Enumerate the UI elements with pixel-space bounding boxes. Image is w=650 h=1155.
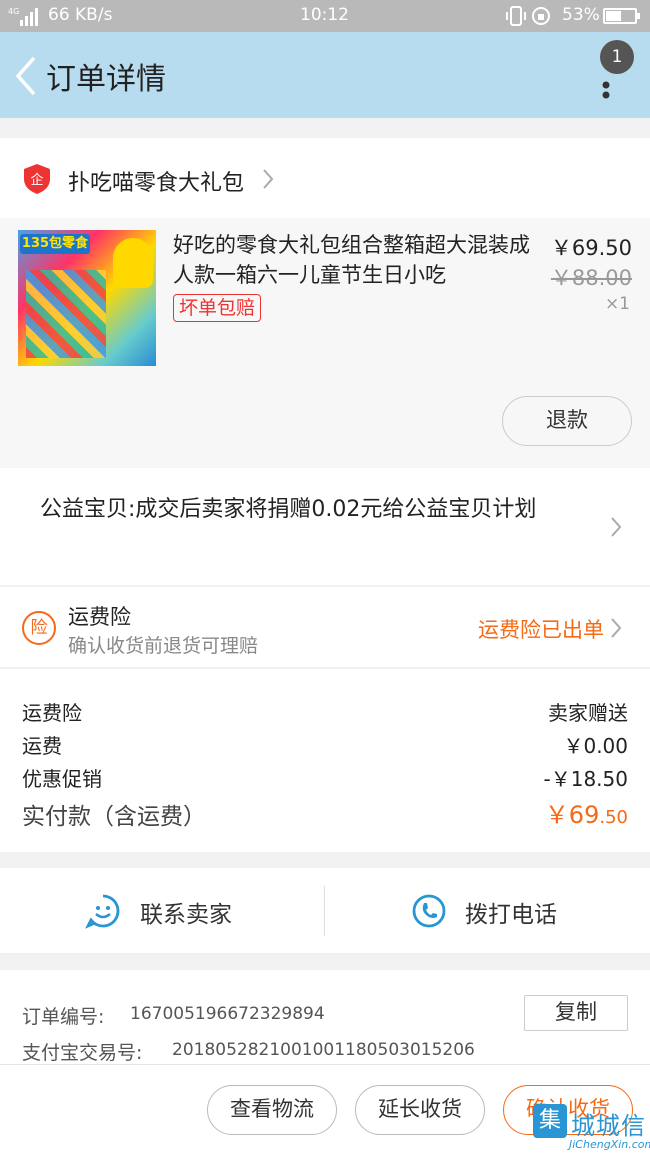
enterprise-shield-icon: 企 <box>24 164 50 194</box>
watermark-text: 城城信 <box>571 1112 646 1140</box>
charity-text: 公益宝贝:成交后卖家将捐赠0.02元给公益宝贝计划 <box>40 497 537 522</box>
price-current: ￥69.50 <box>550 236 632 260</box>
insurance-subtitle: 确认收货前退货可理赔 <box>68 635 259 657</box>
total-amount-main: ￥69 <box>544 801 600 829</box>
contact-seller-button[interactable]: 联系卖家 <box>0 868 324 954</box>
charity-row[interactable]: 公益宝贝:成交后卖家将捐赠0.02元给公益宝贝计划 <box>0 468 650 585</box>
network-speed: 66 KB/s <box>48 5 113 25</box>
chevron-right-icon <box>611 618 622 638</box>
status-bar: 4G 66 KB/s 10:12 53% <box>0 0 650 32</box>
refund-button[interactable]: 退款 <box>502 396 632 446</box>
insurance-status: 运费险已出单 <box>478 618 604 642</box>
total-amount: ￥69.50 <box>545 795 628 830</box>
chevron-right-icon <box>611 517 622 537</box>
total-amount-decimal: .50 <box>599 807 628 828</box>
battery-icon <box>603 8 640 24</box>
chat-bubble-icon <box>85 894 120 929</box>
order-info: 订单编号: 167005196672329894 复制 支付宝交易号: 2018… <box>0 970 650 1065</box>
extend-receipt-button[interactable]: 延长收货 <box>355 1085 485 1135</box>
watermark-box: 集 <box>533 1104 567 1138</box>
back-arrow-icon[interactable] <box>12 54 42 98</box>
fee-value-insurance: 卖家赠送 <box>548 701 628 725</box>
fee-label-insurance: 运费险 <box>22 701 82 725</box>
vibrate-icon <box>506 6 550 26</box>
call-phone-label: 拨打电话 <box>465 902 557 928</box>
product-item[interactable]: 135包零食 好吃的零食大礼包组合整箱超大混装成人款一箱六一儿童节生日小吃 坏单… <box>0 218 650 468</box>
page-title: 订单详情 <box>46 62 166 97</box>
copy-button[interactable]: 复制 <box>524 995 628 1031</box>
phone-icon <box>412 894 446 928</box>
app-bar: 订单详情 1 <box>0 32 650 118</box>
call-phone-button[interactable]: 拨打电话 <box>325 868 650 954</box>
watermark-url: JiChengXin.com <box>569 1138 650 1151</box>
product-image-caption: 135包零食 <box>20 234 90 254</box>
notification-badge[interactable]: 1 <box>600 40 634 74</box>
view-logistics-button[interactable]: 查看物流 <box>207 1085 337 1135</box>
fee-value-discount: -￥18.50 <box>543 767 628 791</box>
shop-name: 扑吃喵零食大礼包 <box>68 171 245 196</box>
svg-text:4G: 4G <box>8 7 19 16</box>
order-number-label: 订单编号: <box>22 1006 105 1028</box>
fee-label-discount: 优惠促销 <box>22 767 102 791</box>
guarantee-tag: 坏单包赔 <box>173 294 262 322</box>
signal-icon: 4G <box>8 7 38 26</box>
total-label: 实付款（含运费） <box>22 804 206 830</box>
fee-value-shipping: ￥0.00 <box>563 734 628 758</box>
battery-percent: 53% <box>562 5 600 25</box>
snack-pile <box>26 270 106 358</box>
fee-label-shipping: 运费 <box>22 734 62 758</box>
shop-row[interactable]: 企 扑吃喵零食大礼包 <box>0 138 650 218</box>
clock: 10:12 <box>300 5 349 25</box>
alipay-number-label: 支付宝交易号: <box>22 1042 143 1064</box>
svg-text:企: 企 <box>30 172 43 188</box>
insurance-title: 运费险 <box>68 605 131 629</box>
contact-bar: 联系卖家 拨打电话 <box>0 868 650 954</box>
chevron-right-icon <box>263 169 274 189</box>
alipay-number: 2018052821001001180503015206 <box>172 1040 475 1060</box>
insurance-icon: 险 <box>22 611 56 645</box>
fee-summary: 运费险 卖家赠送 运费 ￥0.00 优惠促销 -￥18.50 实付款（含运费） … <box>0 668 650 852</box>
product-title[interactable]: 好吃的零食大礼包组合整箱超大混装成人款一箱六一儿童节生日小吃 <box>173 230 533 290</box>
contact-seller-label: 联系卖家 <box>140 902 232 928</box>
order-number: 167005196672329894 <box>130 1004 325 1024</box>
minion-figure <box>113 238 153 288</box>
quantity: ×1 <box>604 294 630 314</box>
price-original: ￥88.00 <box>550 266 632 290</box>
shipping-insurance-row[interactable]: 险 运费险 确认收货前退货可理赔 运费险已出单 <box>0 586 650 667</box>
watermark-logo: 集 城城信 JiChengXin.com <box>533 1104 650 1155</box>
product-image[interactable]: 135包零食 <box>18 230 156 366</box>
